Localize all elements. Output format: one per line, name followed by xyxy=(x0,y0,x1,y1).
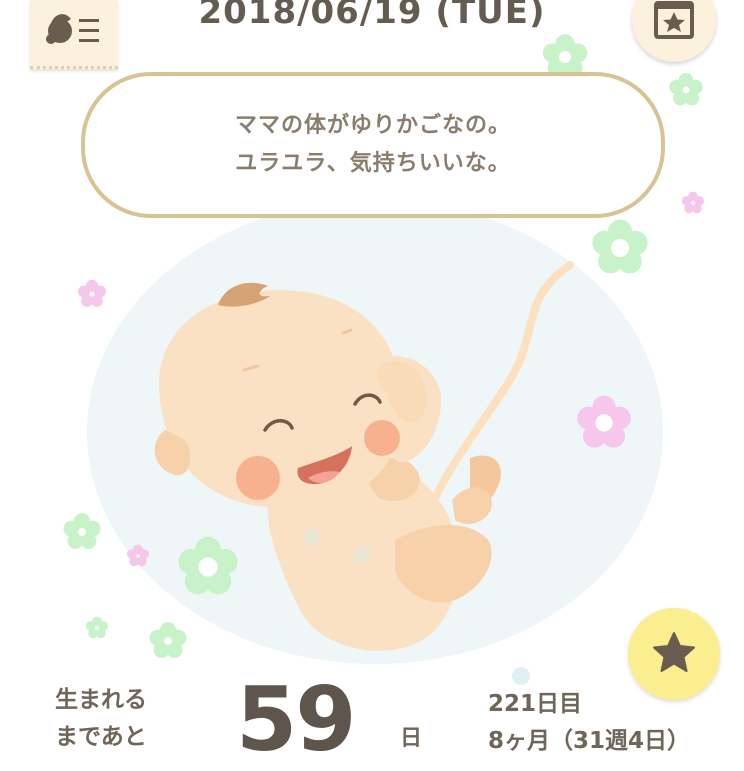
countdown-unit: 日 xyxy=(400,726,423,751)
day-count: 221日目 xyxy=(488,691,583,717)
speech-bubble: ママの体がゆりかごなの。 ユラユラ、気持ちいいな。 xyxy=(81,72,665,218)
speech-line-1: ママの体がゆりかごなの。 xyxy=(234,113,511,138)
speech-line-2: ユラユラ、気持ちいいな。 xyxy=(235,151,511,176)
countdown-days: 59 xyxy=(236,668,356,771)
countdown-label-line-1: 生まれる xyxy=(55,687,147,713)
countdown-label: 生まれる まであと xyxy=(55,682,147,756)
star-icon xyxy=(652,631,696,677)
countdown-label-line-2: まであと xyxy=(55,724,147,750)
month-week: 8ヶ月（31週4日） xyxy=(488,728,691,754)
pregnancy-progress: 221日目 8ヶ月（31週4日） xyxy=(488,686,690,760)
